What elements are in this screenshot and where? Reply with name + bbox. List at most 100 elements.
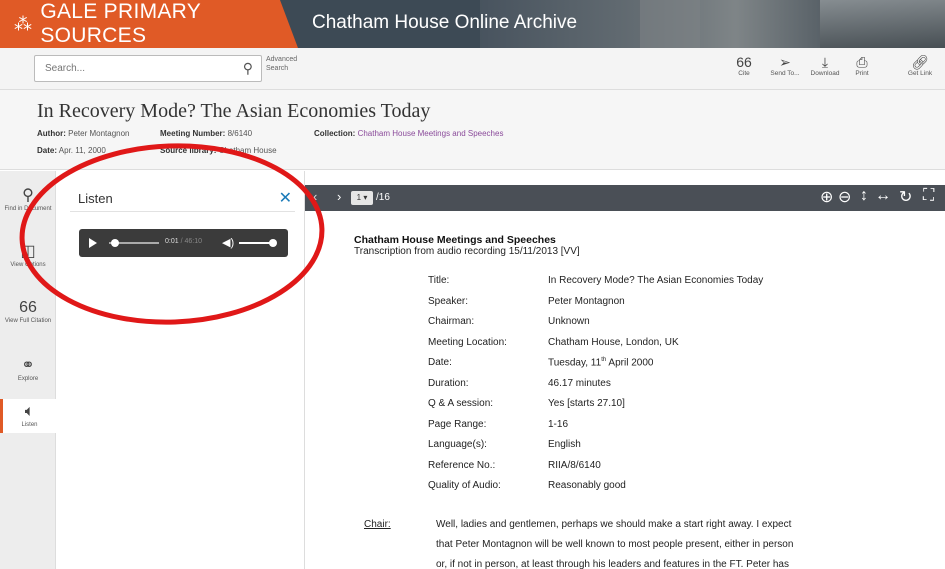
author-meta: Author: Peter Montagnon	[37, 129, 130, 138]
rail-label: Find in Document	[4, 206, 52, 212]
page-heading: Chatham House Meetings and Speeches	[354, 234, 556, 246]
total-time: / 46:10	[180, 238, 202, 245]
play-icon[interactable]	[89, 238, 97, 248]
metadata-value: Tuesday, 11th April 2000	[548, 357, 654, 369]
get-link-label: Get Link	[907, 70, 933, 77]
close-icon[interactable]: ✕	[279, 188, 292, 208]
metadata-key: Quality of Audio:	[428, 480, 501, 491]
quote-icon: 66	[736, 54, 752, 70]
banner-photo-segment	[640, 0, 700, 48]
brand-logo[interactable]: ⁂ GALE PRIMARY SOURCES	[0, 0, 298, 48]
next-page-icon[interactable]: ›	[337, 189, 341, 204]
toolbar: ⚲ Advanced Search 66 Cite ➢ Send To... ⤓…	[0, 48, 945, 90]
meeting-value: 8/6140	[227, 129, 253, 138]
rail-item-listen[interactable]: 🔈︎ Listen	[0, 399, 56, 433]
print-icon: ⎙	[856, 54, 868, 70]
archive-title: Chatham House Online Archive	[312, 12, 578, 33]
metadata-value: English	[548, 439, 581, 450]
rail-item-view-full-citation[interactable]: 66 View Full Citation	[0, 299, 56, 325]
print-button[interactable]: ⎙ Print	[840, 54, 884, 77]
metadata-key: Page Range:	[428, 418, 487, 430]
print-label: Print	[855, 70, 869, 77]
metadata-value: Yes [starts 27.10]	[548, 398, 625, 409]
document-header: In Recovery Mode? The Asian Economies To…	[0, 90, 945, 170]
page-subheading: Transcription from audio recording 15/11…	[354, 246, 580, 257]
book-icon: ◫	[20, 243, 36, 260]
metadata-key: Language(s):	[428, 439, 487, 450]
current-time: 0:01	[165, 238, 179, 245]
rail-item-view-options[interactable]: ◫ View Options	[0, 243, 56, 269]
metadata-value: 1-16	[548, 418, 569, 430]
metadata-value: 46.17 minutes	[548, 377, 611, 389]
link-icon: 🔗︎	[911, 54, 929, 70]
audio-player: 0:01 / 46:10 ◀)	[79, 229, 288, 257]
page-select[interactable]: 1 ▾	[351, 191, 373, 205]
search-icon[interactable]: ⚲	[243, 60, 253, 77]
volume-handle[interactable]	[269, 239, 277, 247]
page-select-value: 1	[356, 193, 362, 202]
volume-slider[interactable]	[239, 242, 273, 244]
search-box: ⚲	[34, 55, 262, 82]
cite-label: Cite	[738, 70, 750, 77]
send-to-button[interactable]: ➢ Send To...	[763, 54, 807, 77]
volume-icon[interactable]: ◀)	[222, 236, 234, 249]
app-root: ⁂ GALE PRIMARY SOURCES Chatham House Onl…	[0, 0, 945, 569]
page-total: /16	[376, 192, 390, 203]
metadata-key: Duration:	[428, 377, 469, 389]
tools-rail: ⚲ Find in Document ◫ View Options 66 Vie…	[0, 171, 56, 569]
metadata-key: Reference No.:	[428, 459, 496, 471]
metadata-key: Date:	[428, 357, 452, 368]
metadata-key: Q & A session:	[428, 398, 494, 409]
metadata-key: Meeting Location:	[428, 336, 507, 348]
date-value: Apr. 11, 2000	[58, 146, 106, 155]
brand-name: GALE PRIMARY SOURCES	[40, 0, 201, 47]
prev-page-icon[interactable]: ‹	[313, 189, 317, 204]
source-value: Chatham House	[218, 146, 277, 155]
listen-panel-title: Listen	[78, 191, 113, 206]
meeting-meta: Meeting Number: 8/6140	[160, 129, 252, 138]
collection-link[interactable]: Chatham House Meetings and Speeches	[358, 129, 504, 138]
transcript-line: that Peter Montagnon will be well known …	[436, 539, 794, 550]
metadata-value: RIIA/8/6140	[548, 459, 601, 471]
send-icon: ➢	[779, 54, 791, 70]
author-value: Peter Montagnon	[68, 129, 130, 138]
metadata-value: Unknown	[548, 316, 590, 327]
progress-handle[interactable]	[111, 239, 119, 247]
metadata-key: Chairman:	[428, 316, 475, 327]
metadata-key: Speaker:	[428, 295, 469, 307]
document-title: In Recovery Mode? The Asian Economies To…	[37, 100, 431, 122]
meeting-label: Meeting Number:	[160, 129, 226, 138]
zoom-in-icon[interactable]: ⊕	[820, 187, 833, 207]
binoculars-icon: ⚭	[21, 357, 35, 374]
rail-item-explore[interactable]: ⚭ Explore	[0, 357, 56, 383]
speaker-icon: 🔈︎	[24, 403, 35, 420]
quote-icon: 66	[19, 299, 37, 316]
date-label: Date:	[37, 146, 58, 155]
transcript-line: Well, ladies and gentlemen, perhaps we s…	[436, 519, 792, 530]
gale-logo-icon: ⁂	[14, 13, 33, 34]
viewer-toolbar: ‹ › 1 ▾ /16 ⊕ ⊖ ↕ ↔ ↻ ⛶	[305, 185, 945, 211]
search-input[interactable]	[35, 56, 225, 81]
zoom-out-icon[interactable]: ⊖	[838, 187, 851, 207]
listen-panel: Listen ✕ 0:01 / 46:10 ◀)	[56, 171, 305, 569]
fullscreen-icon[interactable]: ⛶	[923, 187, 934, 205]
advanced-search-link[interactable]: Advanced Search	[266, 55, 306, 73]
collection-label: Collection:	[314, 129, 356, 138]
metadata-key: Title:	[428, 275, 450, 286]
rotate-icon[interactable]: ↻	[899, 187, 912, 207]
cite-button[interactable]: 66 Cite	[722, 54, 766, 77]
document-page: Chatham House Meetings and Speeches Tran…	[305, 211, 945, 569]
get-link-button[interactable]: 🔗︎ Get Link	[898, 54, 942, 77]
rail-item-find-in-document[interactable]: ⚲ Find in Document	[0, 187, 56, 213]
fit-height-icon[interactable]: ↕	[860, 187, 868, 205]
metadata-value: Reasonably good	[548, 480, 626, 491]
metadata-value: In Recovery Mode? The Asian Economies To…	[548, 275, 764, 286]
metadata-value: Peter Montagnon	[548, 295, 625, 307]
source-label: Source library:	[160, 146, 217, 155]
chair-label: Chair:	[364, 519, 391, 530]
banner-photo-segment	[820, 0, 945, 48]
rail-label: Listen	[21, 422, 38, 428]
download-label: Download	[810, 70, 840, 77]
fit-width-icon[interactable]: ↔	[875, 187, 891, 205]
rail-label: View Options	[10, 262, 46, 268]
